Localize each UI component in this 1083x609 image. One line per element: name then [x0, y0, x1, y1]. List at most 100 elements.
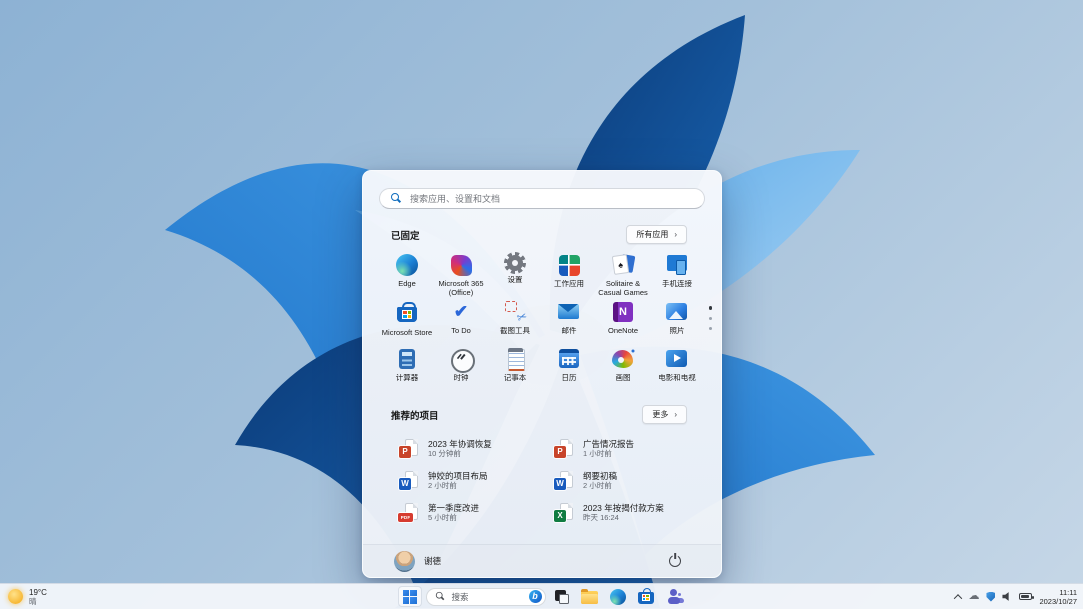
file-title: 纲要初稿 — [583, 470, 618, 481]
app-label: Solitaire & Casual Games — [598, 280, 648, 297]
power-icon — [669, 555, 681, 567]
pinned-app-todo[interactable]: To Do — [434, 297, 488, 344]
file-timestamp: 5 小时前 — [428, 512, 457, 522]
recommended-item[interactable]: X 2023 年按揭付款方案 昨天 16:24 — [552, 496, 703, 528]
start-menu-footer: 谢德 — [363, 544, 721, 577]
pinned-app-workapps[interactable]: 工作应用 — [542, 250, 596, 297]
app-label: 计算器 — [395, 374, 419, 382]
file-timestamp: 10 分钟前 — [428, 448, 461, 458]
pinned-app-settings[interactable]: 设置 — [488, 250, 542, 297]
start-search-input[interactable] — [410, 193, 677, 204]
taskbar-clock[interactable]: 11:11 2023/10/27 — [1039, 588, 1077, 606]
pinned-app-snip[interactable]: 截图工具 — [488, 297, 542, 344]
pinned-app-store[interactable]: Microsoft Store — [380, 297, 434, 344]
user-avatar — [394, 550, 415, 572]
app-label: 时钟 — [453, 374, 469, 382]
pinned-app-m365[interactable]: Microsoft 365 (Office) — [434, 250, 488, 297]
more-label: 更多 — [652, 410, 669, 419]
onedrive-cloud-icon[interactable]: ☁ — [968, 591, 979, 602]
pinned-app-calendar[interactable]: 日历 — [542, 344, 596, 391]
app-label: Microsoft 365 (Office) — [438, 280, 484, 297]
photos-icon — [664, 299, 690, 325]
pinned-app-phone[interactable]: 手机连接 — [650, 250, 704, 297]
folder-icon — [581, 589, 598, 604]
file-timestamp: 1 小时前 — [583, 448, 612, 458]
recommended-items-grid: P 2023 年协调恢复 10 分钟前 P 广告情况报告 1 小时前 W 钟姣的项目布局 2 小… — [397, 432, 703, 528]
app-label: OneNote — [607, 327, 639, 335]
todo-icon — [448, 299, 474, 325]
file-title: 第一季度改进 — [428, 502, 480, 513]
start-button[interactable] — [397, 586, 422, 607]
file-title: 广告情况报告 — [583, 438, 635, 449]
pinned-app-paint[interactable]: 画图 — [596, 344, 650, 391]
ppt-file-icon: P — [554, 438, 574, 458]
recommended-item[interactable]: W 纲要初稿 2 小时前 — [552, 464, 703, 496]
app-label: 截图工具 — [500, 327, 530, 335]
app-label: 画图 — [615, 374, 631, 382]
pinned-page-indicator[interactable] — [708, 306, 712, 330]
m365-icon — [448, 252, 474, 278]
calculator-icon — [394, 346, 420, 372]
search-icon — [391, 193, 402, 204]
taskbar-search-label: 搜索 — [451, 591, 469, 602]
file-title: 2023 年按揭付款方案 — [583, 502, 664, 513]
widgets-weather-button[interactable]: 19°C 晴 — [0, 588, 47, 606]
ppt-file-icon: P — [399, 438, 419, 458]
all-apps-button[interactable]: 所有应用 › — [626, 225, 687, 244]
pinned-section-title: 已固定 — [391, 230, 420, 242]
app-label: 照片 — [669, 327, 685, 335]
app-label: 记事本 — [503, 374, 527, 382]
onenote-icon — [610, 299, 636, 325]
pinned-app-photos[interactable]: 照片 — [650, 297, 704, 344]
power-button[interactable] — [663, 549, 687, 573]
volume-icon[interactable] — [1002, 592, 1009, 601]
pinned-app-clock[interactable]: 时钟 — [434, 344, 488, 391]
store-icon — [394, 301, 420, 327]
battery-icon[interactable] — [1019, 593, 1034, 600]
pinned-app-notepad[interactable]: 记事本 — [488, 344, 542, 391]
pinned-app-movies[interactable]: 电影和电视 — [650, 344, 704, 391]
edge-icon — [609, 588, 626, 605]
edge-taskbar-button[interactable] — [606, 586, 630, 607]
search-icon — [435, 591, 444, 601]
recommended-item[interactable]: W 钟姣的项目布局 2 小时前 — [397, 464, 548, 496]
app-label: 日历 — [561, 374, 577, 382]
recommended-item[interactable]: P 广告情况报告 1 小时前 — [552, 432, 703, 464]
solitaire-icon — [610, 252, 636, 278]
pinned-app-mail[interactable]: 邮件 — [542, 297, 596, 344]
start-search-box[interactable] — [379, 188, 705, 209]
store-taskbar-button[interactable] — [634, 586, 658, 607]
teams-taskbar-button[interactable] — [662, 586, 686, 607]
page-dot[interactable] — [708, 316, 712, 320]
file-timestamp: 2 小时前 — [428, 480, 457, 490]
pdf-file-icon: PDF — [398, 502, 419, 522]
task-view-button[interactable] — [550, 586, 574, 607]
page-dot[interactable] — [708, 326, 712, 330]
user-account-button[interactable]: 谢德 — [394, 550, 441, 572]
security-shield-icon[interactable] — [986, 591, 996, 602]
workapps-icon — [556, 252, 582, 278]
movies-icon — [664, 346, 690, 372]
page-dot[interactable] — [708, 306, 712, 310]
windows-logo-icon — [402, 589, 417, 604]
app-label: Edge — [398, 280, 416, 288]
taskbar-search-box[interactable]: 搜索 b — [425, 587, 546, 606]
pinned-app-calculator[interactable]: 计算器 — [380, 344, 434, 391]
recommended-item[interactable]: P 2023 年协调恢复 10 分钟前 — [397, 432, 548, 464]
paint-icon — [610, 346, 636, 372]
taskbar: 19°C 晴 搜索 b ☁ 11:11 2023/10/27 — [0, 583, 1083, 609]
pinned-app-solitaire[interactable]: Solitaire & Casual Games — [596, 250, 650, 297]
app-label: 设置 — [507, 276, 523, 284]
hidden-icons-chevron-icon[interactable] — [954, 593, 963, 603]
file-explorer-button[interactable] — [578, 586, 602, 607]
word-file-icon: W — [554, 470, 574, 490]
calendar-icon — [556, 346, 582, 372]
recommended-item[interactable]: PDF 第一季度改进 5 小时前 — [397, 496, 548, 528]
pinned-app-onenote[interactable]: OneNote — [596, 297, 650, 344]
pinned-app-edge[interactable]: Edge — [380, 250, 434, 297]
weather-temperature: 19°C — [29, 587, 47, 597]
task-view-icon — [554, 589, 569, 604]
sun-icon — [8, 589, 23, 604]
notepad-icon — [502, 346, 528, 372]
more-button[interactable]: 更多 › — [642, 405, 687, 424]
